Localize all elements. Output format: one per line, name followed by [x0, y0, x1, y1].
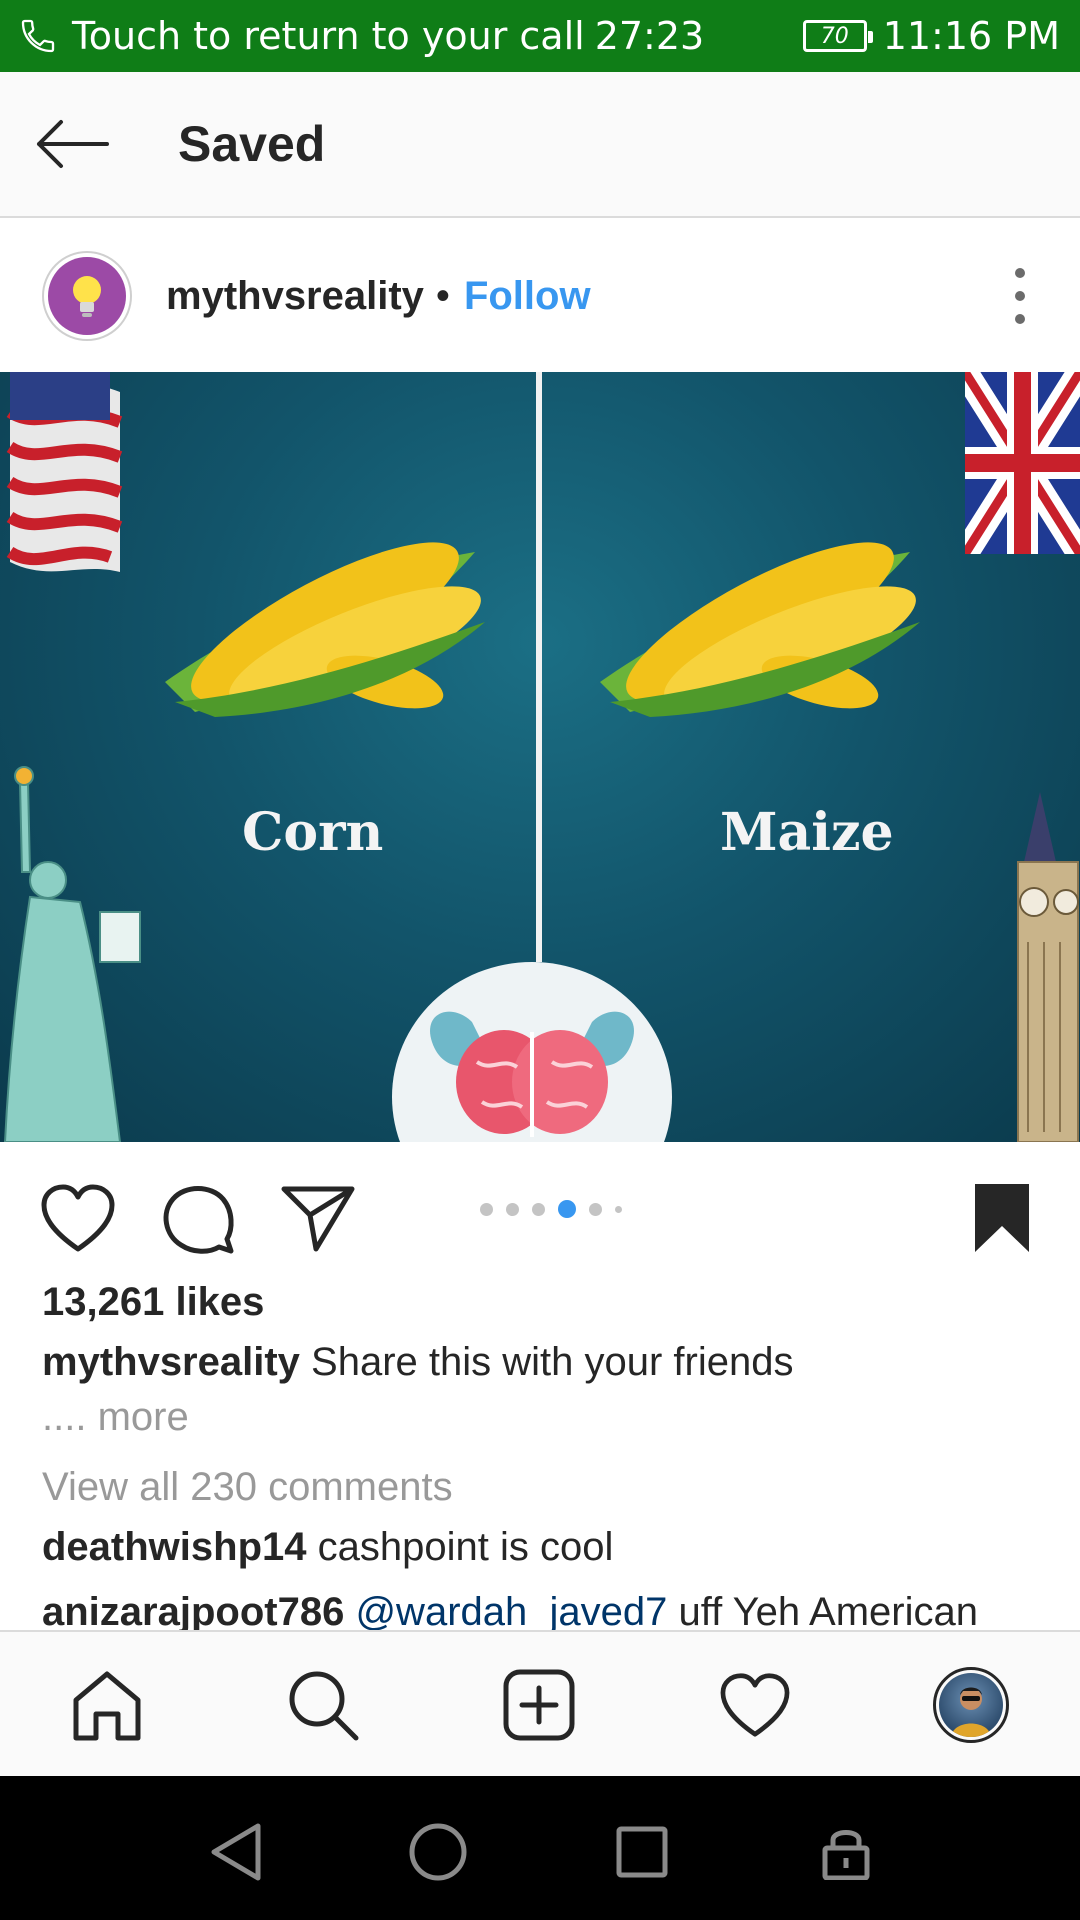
tab-search[interactable] — [278, 1660, 368, 1750]
new-post-icon — [503, 1669, 575, 1741]
system-back-button[interactable] — [196, 1812, 276, 1892]
corn-illustration-left — [165, 542, 485, 717]
battery-icon: 70 — [802, 20, 873, 52]
image-label-left: Corn — [242, 802, 384, 863]
carousel-indicator — [480, 1200, 622, 1218]
bookmark-filled-icon — [975, 1184, 1029, 1252]
like-count[interactable]: 13,261 likes — [42, 1280, 264, 1325]
comment-username[interactable]: deathwishp14 — [42, 1525, 307, 1569]
like-button[interactable] — [38, 1178, 118, 1258]
status-bar[interactable]: Touch to return to your call 27:23 70 11… — [0, 0, 1080, 72]
system-lock-button[interactable] — [806, 1812, 886, 1892]
carousel-dot — [589, 1202, 602, 1216]
comment-text: uff Yeh American — [678, 1590, 979, 1634]
system-recents-button[interactable] — [602, 1812, 682, 1892]
profile-avatar — [933, 1667, 1009, 1743]
vertical-dots-icon[interactable] — [1000, 268, 1040, 324]
recents-square-icon — [616, 1826, 668, 1878]
follow-button[interactable]: Follow — [464, 274, 591, 319]
comment-item: anizarajpoot786 @wardah_javed7 uff Yeh A… — [42, 1590, 978, 1635]
back-triangle-icon — [211, 1823, 261, 1881]
bottom-tab-bar — [0, 1630, 1080, 1776]
comment-username[interactable]: anizarajpoot786 — [42, 1590, 344, 1634]
caption-text: Share this with your friends — [311, 1340, 794, 1384]
system-home-button[interactable] — [398, 1812, 478, 1892]
caption-username[interactable]: mythvsreality — [42, 1340, 300, 1384]
comment-item: deathwishp14 cashpoint is cool — [42, 1525, 613, 1570]
call-return-text[interactable]: Touch to return to your call — [72, 14, 585, 58]
lightbulb-icon — [48, 257, 126, 335]
activity-heart-icon — [720, 1673, 790, 1737]
us-flag-icon — [6, 372, 123, 572]
save-bookmark-button[interactable] — [962, 1178, 1042, 1258]
tab-home[interactable] — [62, 1660, 152, 1750]
brain-badge-illustration — [392, 962, 672, 1142]
carousel-dot-active — [558, 1200, 576, 1218]
share-button[interactable] — [278, 1178, 358, 1258]
caption: mythvsreality Share this with your frien… — [42, 1340, 794, 1385]
tab-profile[interactable] — [926, 1660, 1016, 1750]
post-image[interactable]: Corn Maize — [0, 372, 1080, 1142]
big-ben-illustration — [1017, 792, 1079, 1142]
back-button[interactable] — [32, 114, 112, 174]
app-header: Saved — [0, 72, 1080, 218]
carousel-dot — [506, 1202, 519, 1216]
comment-button[interactable] — [158, 1178, 238, 1258]
heart-icon — [41, 1184, 115, 1252]
image-label-right: Maize — [720, 802, 894, 863]
lock-icon — [822, 1830, 870, 1880]
separator-dot: • — [435, 273, 450, 318]
caption-more-link[interactable]: .... more — [42, 1395, 189, 1440]
battery-level: 70 — [820, 23, 849, 49]
page-title: Saved — [178, 116, 326, 172]
view-comments-link[interactable]: View all 230 comments — [42, 1465, 453, 1510]
clock: 11:16 PM — [882, 14, 1060, 58]
comment-mention[interactable]: @wardah_javed7 — [355, 1590, 667, 1634]
corn-illustration-right — [600, 542, 920, 717]
search-icon — [289, 1671, 359, 1741]
post-username[interactable]: mythvsreality — [166, 274, 424, 319]
comment-bubble-icon — [163, 1186, 234, 1254]
system-navigation-bar — [0, 1776, 1080, 1920]
uk-flag-icon — [965, 372, 1080, 554]
home-icon — [73, 1671, 141, 1741]
carousel-dot — [480, 1202, 493, 1216]
phone-icon — [21, 19, 55, 53]
paper-plane-icon — [281, 1186, 355, 1252]
tab-new-post[interactable] — [494, 1660, 584, 1750]
statue-of-liberty-illustration — [3, 766, 141, 1142]
arrow-left-icon — [37, 120, 109, 168]
comment-text: cashpoint is cool — [317, 1525, 614, 1569]
home-circle-icon — [409, 1823, 467, 1881]
carousel-dot — [532, 1202, 545, 1216]
post-header: mythvsreality • Follow — [0, 220, 1080, 372]
tab-activity[interactable] — [710, 1660, 800, 1750]
post-author-avatar[interactable] — [42, 251, 132, 341]
image-divider — [536, 372, 542, 962]
carousel-dot — [615, 1205, 622, 1213]
call-timer: 27:23 — [594, 14, 705, 58]
